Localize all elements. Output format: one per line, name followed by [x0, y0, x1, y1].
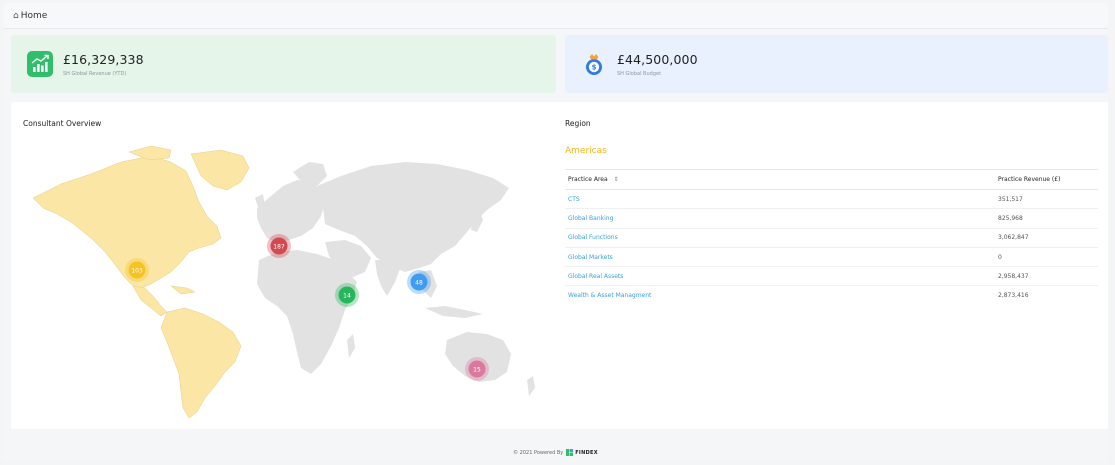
- map-region-central-america[interactable]: [132, 285, 168, 317]
- findex-logo-icon: [566, 449, 574, 456]
- home-icon[interactable]: ⌂: [13, 11, 19, 21]
- world-map[interactable]: 103 187 14 48 15: [21, 136, 541, 422]
- column-header-practice-area[interactable]: Practice Area ⇕: [565, 169, 995, 190]
- footer-brand[interactable]: FINDEX: [575, 450, 598, 456]
- map-region-india[interactable]: [375, 260, 401, 296]
- map-region-new-zealand[interactable]: [527, 376, 535, 396]
- marker-americas[interactable]: 103: [125, 258, 149, 282]
- map-region-caribbean[interactable]: [170, 285, 196, 295]
- footer-text: © 2021 Powered By: [513, 449, 564, 456]
- practice-area-link[interactable]: Wealth & Asset Managment: [565, 286, 995, 305]
- map-region-indonesia[interactable]: [425, 306, 483, 318]
- practice-revenue-value: 2,958,437: [995, 266, 1098, 287]
- main-panel: Consultant Overview 103 187 14 48 15 Reg…: [11, 102, 1108, 429]
- marker-oceania[interactable]: 15: [465, 357, 489, 381]
- consultant-overview-title: Consultant Overview: [23, 119, 102, 128]
- practice-area-link[interactable]: Global Functions: [565, 228, 995, 248]
- breadcrumb-home[interactable]: Home: [21, 11, 48, 21]
- map-region-south-america[interactable]: [160, 307, 242, 419]
- growth-chart-icon: [27, 51, 53, 77]
- revenue-card: £16,329,338 SH Global Revenue (YTD): [11, 35, 556, 93]
- marker-africa[interactable]: 14: [335, 283, 359, 307]
- practice-revenue-value: 0: [995, 247, 1098, 268]
- marker-africa-label: 14: [343, 293, 351, 300]
- table-row: Global Banking 825,968: [565, 208, 1098, 229]
- svg-text:$: $: [592, 64, 597, 72]
- practice-revenue-value: 351,517: [995, 189, 1098, 210]
- budget-card: $ £44,500,000 SH Global Budget: [565, 35, 1108, 93]
- marker-asia[interactable]: 48: [407, 270, 431, 294]
- map-region-arctic-islands[interactable]: [128, 145, 172, 161]
- marker-americas-label: 103: [131, 268, 143, 275]
- practice-area-link[interactable]: CTS: [565, 189, 995, 210]
- budget-label: SH Global Budget: [617, 70, 662, 77]
- practice-area-link[interactable]: Global Real Assets: [565, 266, 995, 287]
- column-header-practice-area-label: Practice Area: [568, 176, 608, 183]
- budget-amount: £44,500,000: [617, 51, 698, 67]
- table-row: Global Markets 0: [565, 247, 1098, 268]
- map-region-greenland[interactable]: [190, 149, 250, 191]
- breadcrumb: ⌂ Home: [3, 3, 1108, 29]
- app-frame: ⌂ Home £16,329,338 SH Global Revenue (YT…: [3, 3, 1108, 461]
- money-bag-icon: $: [586, 54, 602, 75]
- revenue-label: SH Global Revenue (YTD): [63, 70, 127, 77]
- practice-revenue-value: 2,873,416: [998, 292, 1029, 300]
- practice-area-link[interactable]: Global Markets: [565, 247, 995, 268]
- column-header-practice-revenue: Practice Revenue (£): [995, 169, 1098, 190]
- sort-icon[interactable]: ⇕: [614, 176, 619, 183]
- marker-europe-label: 187: [273, 244, 285, 251]
- practice-revenue-value: 3,062,847: [995, 228, 1098, 248]
- footer: © 2021 Powered By FINDEX: [3, 449, 1108, 456]
- map-region-madagascar[interactable]: [347, 334, 355, 358]
- table-row: Global Real Assets 2,958,437: [565, 266, 1098, 287]
- map-region-europe[interactable]: [257, 180, 325, 242]
- table-row: Wealth & Asset Managment 2,873,416: [565, 286, 1098, 305]
- marker-oceania-label: 15: [473, 367, 481, 374]
- table-row: CTS 351,517: [565, 189, 1098, 210]
- practice-revenue-value: 825,968: [995, 208, 1098, 229]
- selected-region-name: Americas: [565, 146, 607, 156]
- table-row: Global Functions 3,062,847: [565, 228, 1098, 248]
- marker-europe[interactable]: 187: [267, 234, 291, 258]
- practice-table: Practice Area ⇕ Practice Revenue (£) CTS…: [565, 169, 1098, 305]
- table-header-row: Practice Area ⇕ Practice Revenue (£): [565, 169, 1098, 190]
- practice-area-link[interactable]: Global Banking: [565, 208, 995, 229]
- region-title: Region: [565, 119, 591, 128]
- marker-asia-label: 48: [415, 280, 423, 287]
- revenue-amount: £16,329,338: [63, 51, 144, 67]
